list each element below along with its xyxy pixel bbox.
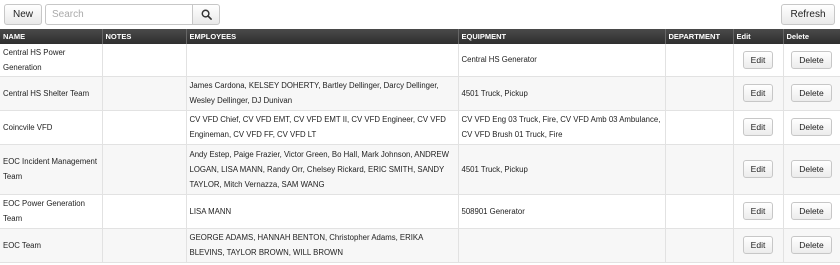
cell-edit: Edit	[733, 44, 784, 77]
cell-name: Coincvile VFD	[0, 110, 103, 145]
edit-button[interactable]: Edit	[742, 160, 774, 178]
cell-employees	[186, 44, 459, 77]
cell-notes	[102, 44, 187, 77]
cell-notes	[102, 144, 187, 195]
cell-name: EOC Incident Management Team	[0, 144, 103, 195]
cell-edit: Edit	[733, 76, 784, 111]
table-row[interactable]: EOC Team GEORGE ADAMS, HANNAH BENTON, Ch…	[0, 228, 840, 263]
delete-button[interactable]: Delete	[791, 118, 832, 136]
cell-employees: Andy Estep, Paige Frazier, Victor Green,…	[186, 144, 459, 195]
cell-delete: Delete	[783, 228, 840, 263]
edit-button[interactable]: Edit	[742, 50, 774, 69]
table-row[interactable]: Central HS Shelter Team James Cardona, K…	[0, 76, 840, 111]
table-row[interactable]: Coincvile VFD CV VFD Chief, CV VFD EMT, …	[0, 110, 840, 145]
toolbar: New Refresh	[0, 0, 840, 28]
cell-notes	[102, 76, 187, 111]
cell-name: Central HS Shelter Team	[0, 76, 103, 111]
column-header-employees[interactable]: EMPLOYEES	[186, 29, 459, 44]
cell-notes	[102, 194, 187, 229]
delete-button[interactable]: Delete	[791, 236, 832, 254]
cell-notes	[102, 110, 187, 145]
table-header-row: NAME NOTES EMPLOYEES EQUIPMENT DEPARTMEN…	[0, 29, 840, 44]
edit-button[interactable]: Edit	[742, 118, 774, 136]
cell-edit: Edit	[733, 228, 784, 263]
search-input[interactable]	[45, 4, 193, 25]
search-icon	[201, 9, 212, 20]
cell-department	[665, 44, 734, 77]
cell-name: EOC Power Generation Team	[0, 194, 103, 229]
search-button[interactable]	[192, 4, 220, 25]
delete-button[interactable]: Delete	[791, 160, 832, 178]
cell-department	[665, 144, 734, 195]
column-header-delete: Delete	[783, 29, 840, 44]
cell-equipment	[458, 228, 666, 263]
cell-name: Central HS Power Generation	[0, 44, 103, 77]
delete-button[interactable]: Delete	[791, 84, 832, 102]
cell-delete: Delete	[783, 144, 840, 195]
cell-edit: Edit	[733, 144, 784, 195]
cell-equipment: 4501 Truck, Pickup	[458, 76, 666, 111]
cell-employees: GEORGE ADAMS, HANNAH BENTON, Christopher…	[186, 228, 459, 263]
delete-button[interactable]: Delete	[791, 50, 832, 69]
cell-edit: Edit	[733, 110, 784, 145]
cell-employees: CV VFD Chief, CV VFD EMT, CV VFD EMT II,…	[186, 110, 459, 145]
cell-equipment: 4501 Truck, Pickup	[458, 144, 666, 195]
edit-button[interactable]: Edit	[742, 84, 774, 102]
cell-department	[665, 76, 734, 111]
cell-equipment: 508901 Generator	[458, 194, 666, 229]
cell-employees: LISA MANN	[186, 194, 459, 229]
cell-delete: Delete	[783, 110, 840, 145]
cell-department	[665, 194, 734, 229]
new-button[interactable]: New	[4, 4, 42, 25]
column-header-name[interactable]: NAME	[0, 29, 103, 44]
table-row[interactable]: EOC Incident Management Team Andy Estep,…	[0, 144, 840, 195]
column-header-edit: Edit	[733, 29, 784, 44]
cell-notes	[102, 228, 187, 263]
cell-edit: Edit	[733, 194, 784, 229]
cell-delete: Delete	[783, 76, 840, 111]
refresh-button[interactable]: Refresh	[781, 4, 835, 25]
table-row[interactable]: Central HS Power Generation Central HS G…	[0, 44, 840, 77]
cell-delete: Delete	[783, 44, 840, 77]
edit-button[interactable]: Edit	[742, 236, 774, 254]
column-header-notes[interactable]: NOTES	[102, 29, 187, 44]
cell-name: EOC Team	[0, 228, 103, 263]
edit-button[interactable]: Edit	[742, 202, 774, 220]
delete-button[interactable]: Delete	[791, 202, 832, 220]
cell-employees: James Cardona, KELSEY DOHERTY, Bartley D…	[186, 76, 459, 111]
table-row[interactable]: EOC Power Generation Team LISA MANN 5089…	[0, 194, 840, 229]
column-header-department[interactable]: DEPARTMENT	[665, 29, 734, 44]
cell-delete: Delete	[783, 194, 840, 229]
cell-department	[665, 228, 734, 263]
column-header-equipment[interactable]: EQUIPMENT	[458, 29, 666, 44]
cell-equipment: CV VFD Eng 03 Truck, Fire, CV VFD Amb 03…	[458, 110, 666, 145]
cell-department	[665, 110, 734, 145]
teams-table: NAME NOTES EMPLOYEES EQUIPMENT DEPARTMEN…	[0, 29, 840, 263]
cell-equipment: Central HS Generator	[458, 44, 666, 77]
